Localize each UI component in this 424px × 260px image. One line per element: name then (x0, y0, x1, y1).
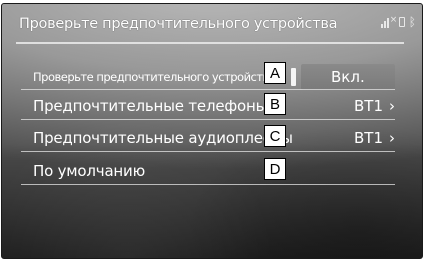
toggle-button[interactable]: Вкл. (301, 64, 395, 90)
row-preferred-phones[interactable]: Предпочтительные телефоны BT1 › (21, 92, 395, 120)
status-bar: × ᛒ (380, 15, 416, 29)
row-check-preferred-device[interactable]: Проверьте предпочтительного устройства В… (21, 62, 395, 90)
row-label: Предпочтительные аудиоплееры (33, 129, 293, 147)
signal-icon: × (380, 16, 397, 28)
callout-d: D (264, 158, 286, 180)
row-value: BT1 › (354, 129, 395, 147)
callout-b: B (264, 93, 286, 115)
battery-icon (398, 17, 405, 27)
row-preferred-audio-players[interactable]: Предпочтительные аудиоплееры BT1 › (21, 124, 395, 152)
row-divider (21, 183, 395, 185)
row-value: BT1 › (354, 97, 395, 115)
row-label: По умолчанию (33, 162, 146, 180)
callout-c: C (264, 125, 286, 147)
screen-title: Проверьте предпочтительного устройства (19, 16, 338, 32)
settings-screen: Проверьте предпочтительного устройства ×… (1, 3, 423, 259)
chevron-right-icon: › (389, 97, 395, 115)
chevron-right-icon: › (389, 129, 395, 147)
row-label: Проверьте предпочтительного устройства (33, 70, 276, 84)
row-divider (21, 88, 395, 90)
row-divider (21, 118, 395, 120)
toggle-value: Вкл. (331, 68, 365, 86)
bluetooth-icon: ᛒ (408, 15, 416, 29)
toggle-indicator (291, 68, 296, 86)
header-divider (16, 42, 404, 44)
callout-a: A (264, 62, 286, 84)
row-label: Предпочтительные телефоны (33, 97, 268, 115)
row-default[interactable]: По умолчанию (21, 157, 395, 185)
row-divider (21, 150, 395, 152)
